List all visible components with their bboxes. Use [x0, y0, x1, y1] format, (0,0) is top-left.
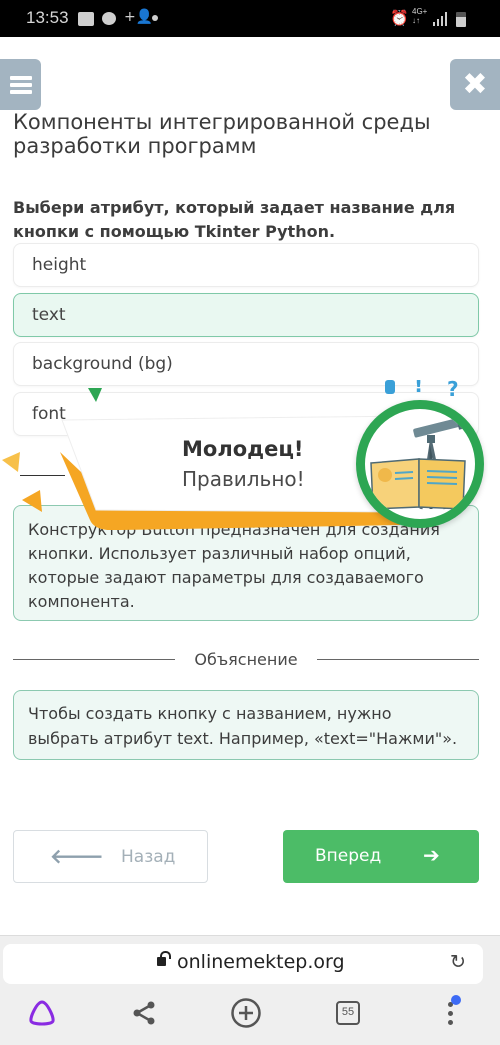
status-time: 13:53 [26, 8, 69, 27]
close-icon: ✖ [462, 67, 488, 102]
image-icon [78, 12, 94, 26]
alarm-icon: ⏰ [390, 9, 409, 27]
signal-icon [433, 12, 447, 26]
close-button[interactable]: ✖ [450, 59, 500, 110]
popup-title: Молодец! [182, 437, 304, 461]
back-button[interactable]: 🡐 Назад [13, 830, 208, 883]
notification-dot [451, 995, 461, 1005]
share-icon[interactable] [126, 995, 162, 1031]
alice-icon[interactable] [24, 995, 60, 1031]
status-bar: 13:53 +👤 ⏰ 4G+ ↓↑ [0, 0, 500, 37]
option-label: text [32, 305, 66, 325]
battery-icon [456, 12, 466, 27]
decor-exclamation: ! [414, 380, 423, 397]
explanation-text: Чтобы создать кнопку с названием, нужно … [28, 704, 458, 748]
option-label: background (bg) [32, 354, 173, 374]
feedback-text: Конструктор Button предназначен для созд… [28, 520, 440, 611]
url-text[interactable]: onlinemektep.org [177, 951, 345, 973]
explanation-box: Чтобы создать кнопку с названием, нужно … [13, 690, 479, 760]
network-label: 4G+ [412, 7, 428, 16]
explanation-divider: Объяснение [13, 650, 479, 670]
answer-option-correct[interactable]: text [13, 293, 479, 337]
answer-option[interactable]: height [13, 243, 479, 287]
next-label: Вперед [315, 846, 382, 866]
arrow-left-icon: 🡐 [50, 844, 104, 868]
telescope-book-icon [356, 400, 484, 528]
dot-icon [152, 15, 158, 21]
tab-count: 55 [336, 1001, 360, 1025]
message-icon [102, 12, 116, 25]
menu-button[interactable] [0, 59, 41, 110]
arrow-right-icon: ➔ [423, 843, 440, 867]
hamburger-icon [9, 75, 32, 94]
decor-triangle-yellow [2, 452, 20, 472]
unlocked-lock-icon [157, 951, 171, 966]
decor-triangle-orange [22, 490, 42, 512]
decor-question: ? [447, 380, 459, 401]
question-text: Выбери атрибут, который задает название … [13, 198, 456, 241]
network-arrows: ↓↑ [412, 16, 420, 25]
decor-shape-blue [385, 380, 395, 394]
add-person-icon: +👤 [124, 9, 154, 25]
next-button[interactable]: Вперед ➔ [283, 830, 479, 883]
tabs-icon[interactable]: 55 [330, 995, 366, 1031]
new-tab-icon[interactable] [228, 995, 264, 1031]
decor-triangle-green [88, 388, 102, 402]
back-label: Назад [121, 847, 176, 867]
page-title: Компоненты интегрированной среды разрабо… [13, 110, 431, 158]
network-4g-icon: 4G+ ↓↑ [412, 7, 428, 25]
popup-subtitle: Правильно! [182, 467, 305, 491]
more-icon[interactable] [432, 995, 468, 1031]
reload-icon[interactable]: ↻ [450, 951, 466, 973]
divider-line [317, 659, 479, 660]
option-label: height [32, 255, 87, 275]
